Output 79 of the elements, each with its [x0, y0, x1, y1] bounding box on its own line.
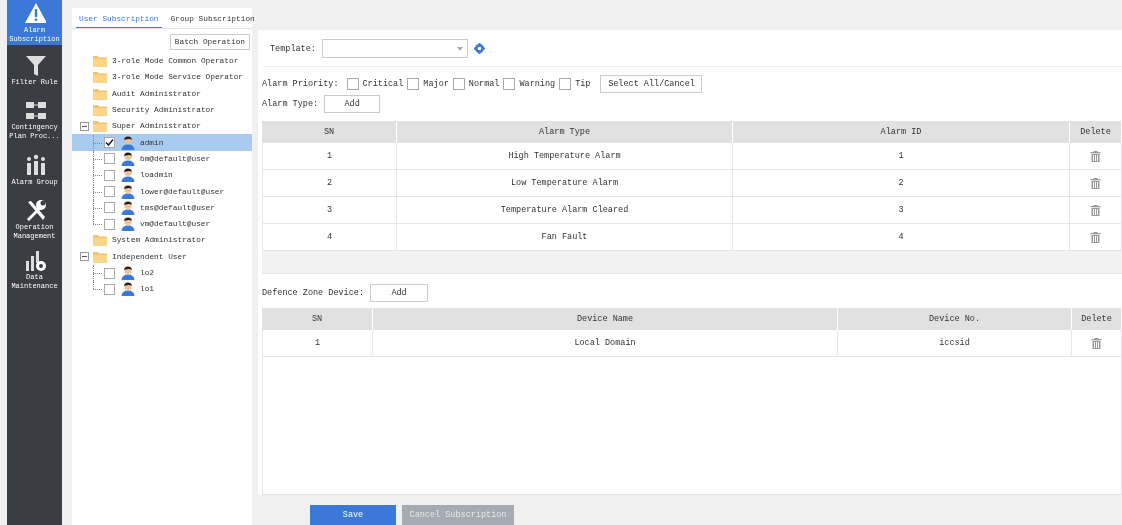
- folder-icon: [93, 55, 107, 68]
- folder-icon: [93, 120, 107, 133]
- user-icon: [121, 168, 135, 183]
- column-header: SN: [262, 121, 397, 143]
- field-label: Template:: [270, 43, 316, 54]
- checkbox[interactable]: [452, 78, 465, 90]
- field-label: Alarm Priority:: [262, 79, 339, 89]
- checkbox[interactable]: [407, 78, 420, 90]
- checkbox[interactable]: [104, 169, 115, 181]
- checkbox-label: Critical: [362, 79, 404, 89]
- user-icon: [121, 151, 135, 166]
- checkbox-label: Normal: [468, 79, 500, 89]
- checkbox[interactable]: [104, 202, 115, 214]
- user-icon: [121, 135, 135, 150]
- table-cell: 4: [733, 224, 1070, 251]
- table-cell: 1: [262, 143, 397, 170]
- table-cell: Low Temperature Alarm: [397, 170, 733, 197]
- checkbox[interactable]: [104, 153, 115, 165]
- table-cell: Fan Fault: [397, 224, 733, 251]
- table-cell: 2: [733, 170, 1070, 197]
- user-icon: [121, 200, 135, 215]
- folder-icon: [93, 250, 107, 263]
- table-cell: 3: [733, 197, 1070, 224]
- delete-icon[interactable]: [1090, 231, 1101, 243]
- collapse-icon[interactable]: [80, 121, 89, 131]
- field-label: Defence Zone Device:: [262, 288, 365, 298]
- checkbox[interactable]: [346, 78, 359, 90]
- user-icon: [121, 282, 135, 297]
- checkbox[interactable]: [559, 78, 572, 90]
- checkbox-label: Warning: [519, 79, 556, 89]
- flowchart-icon: [23, 99, 46, 121]
- add-button[interactable]: Add: [370, 284, 429, 302]
- folder-icon: [93, 87, 107, 100]
- delete-icon[interactable]: [1090, 177, 1101, 189]
- caret-icon: [456, 46, 463, 51]
- delete-icon[interactable]: [1090, 204, 1101, 216]
- table-cell: 1: [262, 330, 373, 357]
- checkbox[interactable]: [503, 78, 516, 90]
- checkbox[interactable]: [104, 186, 115, 197]
- delete-icon[interactable]: [1090, 150, 1101, 162]
- table-cell: 1: [733, 143, 1070, 170]
- checkbox[interactable]: [104, 218, 115, 230]
- table-cell: iccsid: [838, 330, 1072, 357]
- user-icon: [121, 217, 135, 232]
- table-cell: 4: [262, 224, 397, 251]
- checkbox-label: Tip: [575, 79, 591, 89]
- checkbox[interactable]: [104, 267, 115, 279]
- funnel-icon: [23, 53, 46, 76]
- folder-icon: [93, 104, 107, 117]
- table-cell: 3: [262, 197, 397, 224]
- checkbox[interactable]: [104, 137, 115, 149]
- gear-icon[interactable]: [473, 43, 485, 54]
- select-all-button[interactable]: Select All/Cancel: [600, 75, 703, 93]
- column-header: SN: [262, 308, 373, 330]
- template-dropdown[interactable]: [321, 39, 468, 58]
- collapse-icon[interactable]: [80, 252, 89, 262]
- column-header: Delete: [1072, 308, 1122, 330]
- table-cell: Temperature Alarm Cleared: [397, 197, 733, 224]
- warning-icon: [23, 1, 46, 24]
- column-header: Device Name: [373, 308, 838, 330]
- table-cell: 2: [262, 170, 397, 197]
- column-header: Alarm ID: [733, 121, 1070, 143]
- user-icon: [121, 266, 135, 280]
- checkbox-label: Major: [423, 79, 449, 89]
- column-header: Alarm Type: [397, 121, 733, 143]
- column-header: Device No.: [838, 308, 1072, 330]
- folder-icon: [93, 234, 107, 247]
- delete-icon[interactable]: [1091, 337, 1102, 349]
- field-label: Alarm Type:: [262, 99, 319, 109]
- chart-gear-icon: [23, 249, 46, 271]
- checkbox[interactable]: [104, 283, 115, 295]
- user-icon: [121, 184, 135, 199]
- check-icon: [105, 138, 114, 148]
- table-cell: Local Domain: [373, 330, 838, 357]
- folder-icon: [93, 71, 107, 84]
- add-button[interactable]: Add: [324, 95, 381, 113]
- column-header: Delete: [1070, 121, 1122, 143]
- table-cell: High Temperature Alarm: [397, 143, 733, 170]
- save-button[interactable]: Save: [310, 505, 396, 525]
